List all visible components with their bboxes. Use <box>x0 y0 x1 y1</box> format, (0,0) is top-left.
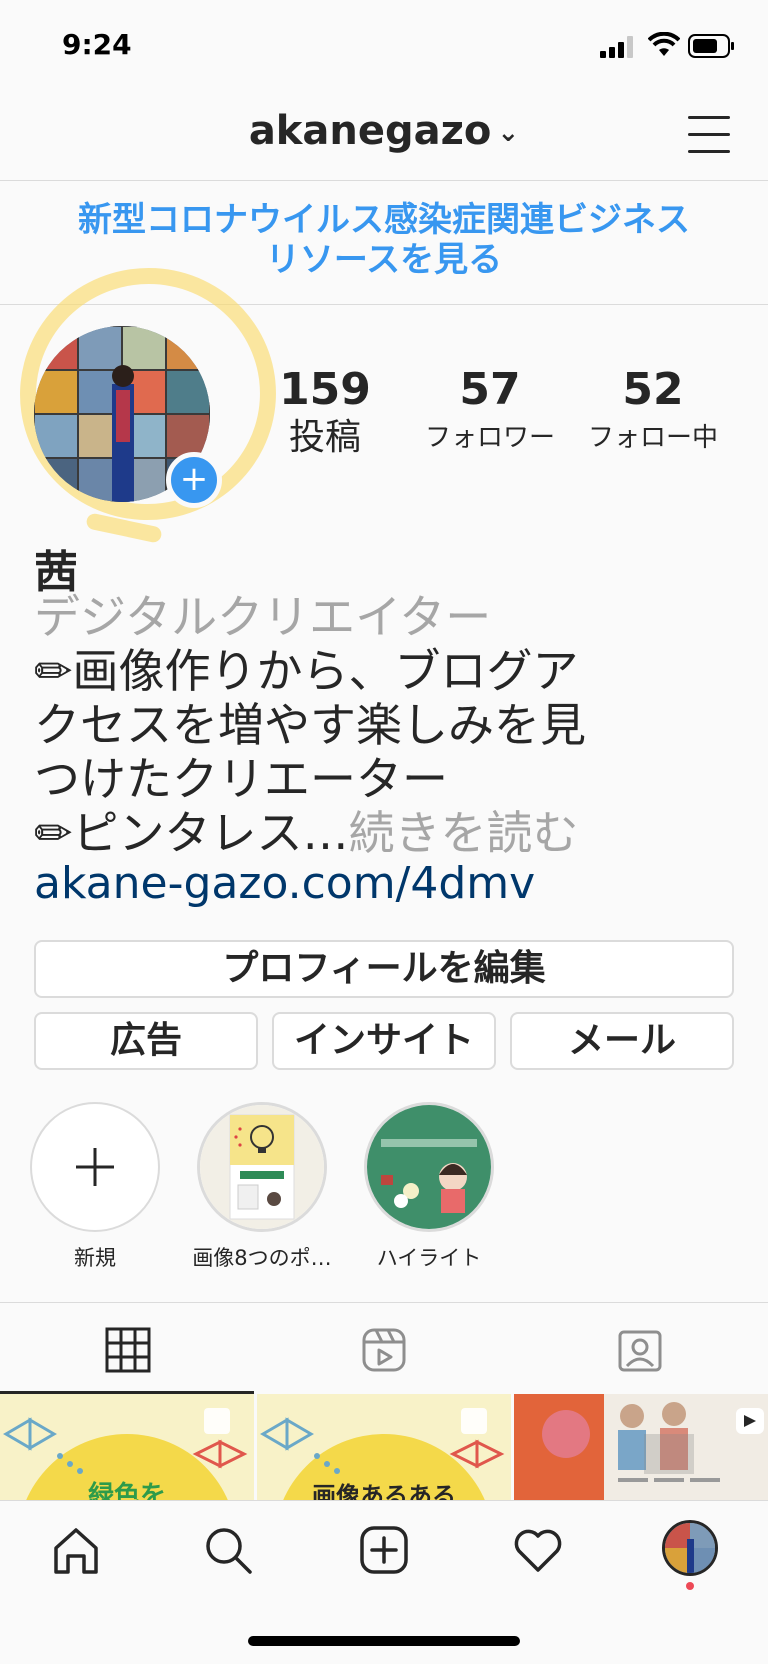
insights-button[interactable]: インサイト <box>272 1012 496 1070</box>
bio-line: クセスを増やす楽しみを見 <box>34 698 586 752</box>
email-button[interactable]: メール <box>510 1012 734 1070</box>
chevron-down-icon: ⌄ <box>497 118 520 148</box>
new-post-icon[interactable] <box>356 1522 412 1578</box>
home-indicator <box>248 1636 520 1646</box>
highlight-label: ハイライト <box>376 1246 482 1270</box>
username: akanegazo <box>248 108 492 154</box>
edit-profile-button[interactable]: プロフィールを編集 <box>34 940 734 998</box>
wifi-icon <box>648 32 680 56</box>
profile-category: デジタルクリエイター <box>34 590 492 644</box>
post-thumbnail[interactable]: 画像あるある <box>257 1394 511 1504</box>
post-thumbnail[interactable]: 緑色を <box>0 1394 254 1504</box>
profile-avatar-thumbnail <box>665 1523 715 1573</box>
cellular-signal-icon <box>600 36 633 58</box>
covid-link-line1: 新型コロナウイルス感染症関連ビジネス <box>78 200 690 240</box>
profile-bio: デジタルクリエイター ✏画像作りから、ブログア クセスを増やす楽しみを見 つけた… <box>34 590 734 860</box>
read-more-link[interactable]: 続きを読む <box>349 806 579 860</box>
hamburger-icon-bar <box>688 150 730 153</box>
posts-count-value: 159 <box>279 364 371 415</box>
following-count-value: 52 <box>622 364 684 415</box>
followers-count-label: フォロワー <box>424 423 555 453</box>
posts-count-label: 投稿 <box>288 417 361 458</box>
hamburger-icon-bar <box>688 133 730 136</box>
plus-icon <box>76 1148 114 1186</box>
highlight-cover-image <box>367 1105 491 1229</box>
search-icon[interactable] <box>200 1522 256 1578</box>
following-count-label: フォロー中 <box>587 423 718 453</box>
home-icon[interactable] <box>48 1522 104 1578</box>
profile-tab-avatar[interactable] <box>662 1520 718 1576</box>
status-bar: 9:24 <box>0 0 768 90</box>
tab-reels[interactable] <box>256 1306 512 1392</box>
heart-icon[interactable] <box>510 1522 566 1578</box>
tab-grid[interactable] <box>0 1306 256 1392</box>
grid-icon <box>105 1327 151 1373</box>
post-image: 画像あるある <box>257 1394 511 1504</box>
tab-tagged[interactable] <box>512 1306 768 1392</box>
status-time: 9:24 <box>62 28 132 61</box>
highlight-cover-image <box>200 1105 324 1229</box>
tagged-icon <box>618 1330 662 1372</box>
divider <box>0 1302 768 1303</box>
battery-icon <box>688 34 734 58</box>
followers-count[interactable]: 57 フォロワー <box>410 364 570 460</box>
post-image <box>514 1394 768 1504</box>
highlight-label: 画像8つのポ… <box>192 1246 332 1270</box>
username-switcher[interactable]: akanegazo ⌄ <box>0 108 768 154</box>
bio-line: つけたクリエーター <box>34 752 448 806</box>
notification-dot <box>686 1582 694 1590</box>
highlight-label: 新規 <box>74 1246 116 1270</box>
menu-button[interactable] <box>688 116 730 154</box>
bio-line: ✏ピンタレス… <box>34 806 349 860</box>
bio-line: ✏画像作りから、ブログア <box>34 644 579 698</box>
reels-icon <box>362 1328 406 1372</box>
profile-website-link[interactable]: akane-gazo.com/4dmv <box>34 858 535 909</box>
highlight-item[interactable] <box>364 1102 494 1232</box>
divider <box>0 180 768 181</box>
following-count[interactable]: 52 フォロー中 <box>578 364 728 460</box>
post-thumbnail[interactable] <box>514 1394 768 1504</box>
ads-button[interactable]: 広告 <box>34 1012 258 1070</box>
hamburger-icon-bar <box>688 116 730 119</box>
highlight-item[interactable] <box>197 1102 327 1232</box>
post-image: 緑色を <box>0 1394 254 1504</box>
new-highlight-button[interactable] <box>30 1102 160 1232</box>
covid-resources-link[interactable]: 新型コロナウイルス感染症関連ビジネス リソースを見る <box>20 200 748 280</box>
followers-count-value: 57 <box>459 364 521 415</box>
posts-count[interactable]: 159 投稿 <box>270 364 380 460</box>
add-story-button[interactable]: + <box>166 452 222 508</box>
